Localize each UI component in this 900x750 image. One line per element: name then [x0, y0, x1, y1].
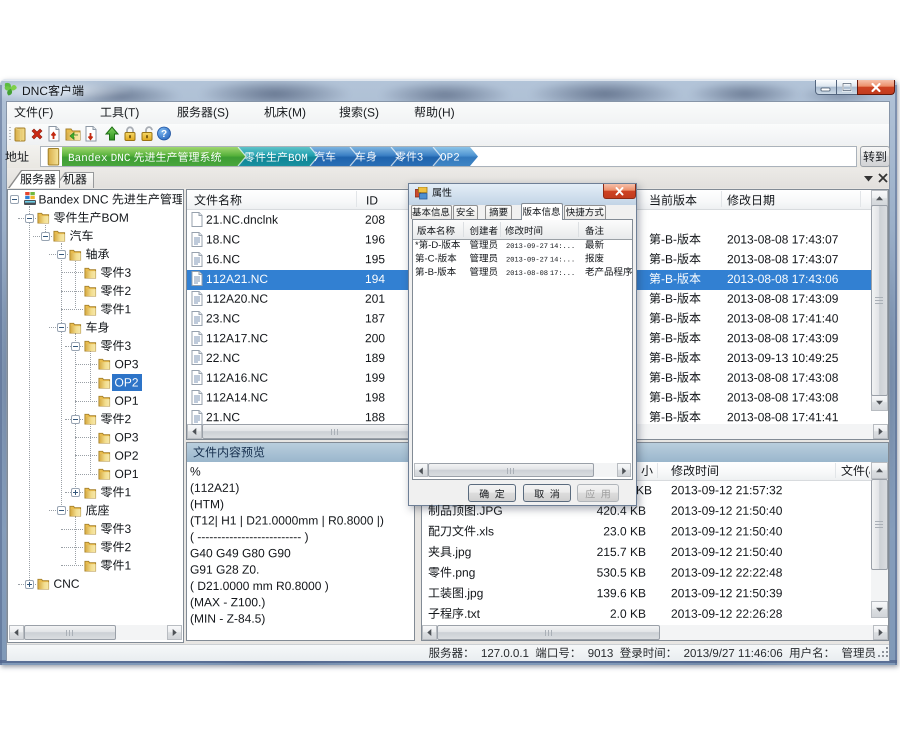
- svg-text:?: ?: [161, 129, 167, 140]
